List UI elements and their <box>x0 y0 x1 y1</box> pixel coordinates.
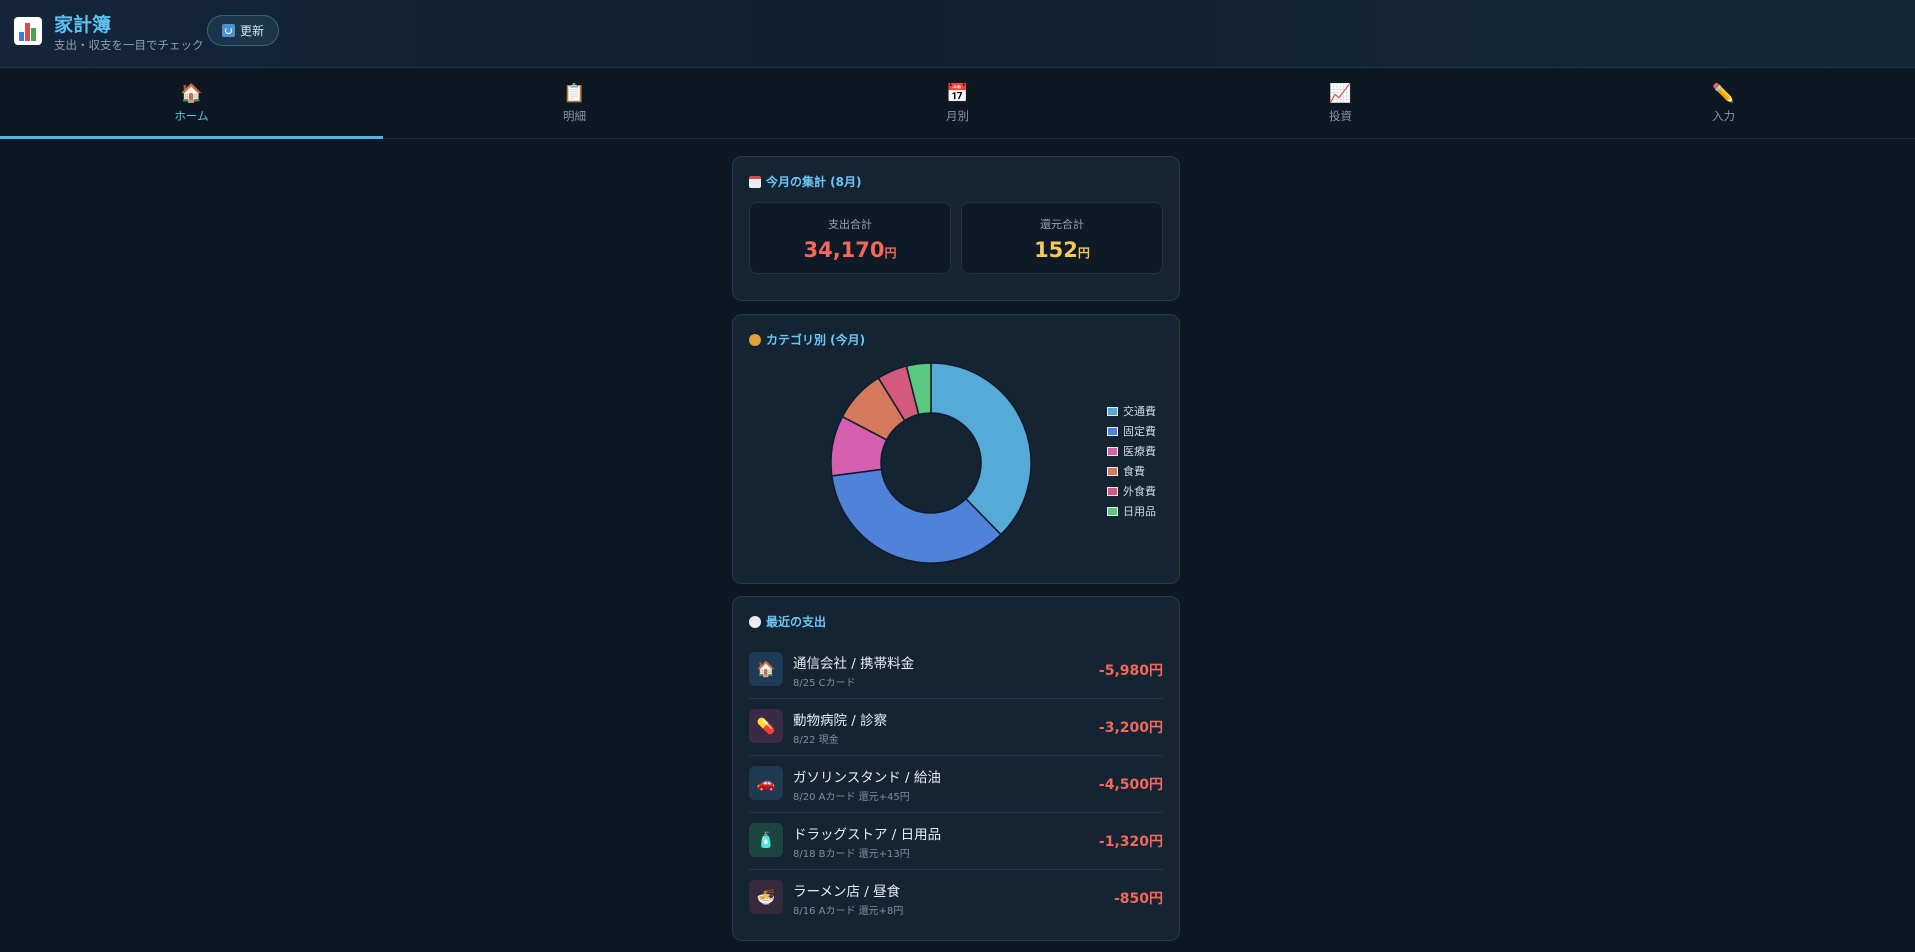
expense-meta: 8/16 Aカード 還元+8円 <box>793 906 904 917</box>
refresh-button[interactable]: 更新 <box>207 15 279 46</box>
category-donut-chart <box>830 362 1032 564</box>
tab-label: 月別 <box>946 108 969 123</box>
legend-swatch <box>1107 486 1118 496</box>
calendar-icon: 📅 <box>946 82 969 104</box>
clipboard-icon: 📋 <box>563 82 586 104</box>
recent-expenses-card: 最近の支出 🏠 通信会社 / 携帯料金 8/25 Cカード -5,980円 💊 … <box>732 596 1180 941</box>
expense-label: 支出合計 <box>828 218 872 231</box>
expense-name: ドラッグストア / 日用品 <box>793 827 942 843</box>
pencil-icon: ✏️ <box>1712 82 1735 104</box>
tab-home[interactable]: 🏠 ホーム <box>0 69 383 139</box>
legend-label: 日用品 <box>1123 505 1156 518</box>
calendar-icon <box>749 175 761 188</box>
expense-name: 通信会社 / 携帯料金 <box>793 656 915 672</box>
category-title: カテゴリ別 (今月) <box>749 331 865 348</box>
recent-title-text: 最近の支出 <box>766 615 827 629</box>
expense-meta: 8/25 Cカード <box>793 678 856 689</box>
legend-item[interactable]: 外食費 <box>1107 481 1156 501</box>
chart-legend: 交通費固定費医療費食費外食費日用品 <box>1107 401 1156 521</box>
app-title: 家計簿 <box>54 14 112 36</box>
expense-amount: -5,980円 <box>1098 663 1163 679</box>
summary-title-text: 今月の集計 (8月) <box>766 175 862 189</box>
legend-label: 交通費 <box>1123 405 1156 418</box>
tab-details[interactable]: 📋 明細 <box>383 69 766 138</box>
legend-label: 医療費 <box>1123 445 1156 458</box>
expense-amount: -4,500円 <box>1098 777 1163 793</box>
legend-label: 外食費 <box>1123 485 1156 498</box>
expense-total: 支出合計 34,170円 <box>749 202 951 274</box>
legend-item[interactable]: 日用品 <box>1107 501 1156 521</box>
legend-label: 食費 <box>1123 465 1145 478</box>
return-value: 152円 <box>1034 238 1090 262</box>
tab-monthly[interactable]: 📅 月別 <box>766 69 1149 138</box>
clock-icon <box>749 615 761 628</box>
bottle-icon: 🧴 <box>749 823 783 857</box>
bar-chart-icon <box>14 17 42 45</box>
tab-investment[interactable]: 📈 投資 <box>1149 69 1532 138</box>
legend-swatch <box>1107 426 1118 436</box>
donut-slice-交通費[interactable] <box>930 362 1032 536</box>
donut-slice-固定費[interactable] <box>830 468 1002 564</box>
expense-name: ガソリンスタンド / 給油 <box>793 770 941 786</box>
expense-item[interactable]: 🍜 ラーメン店 / 昼食 8/16 Aカード 還元+8円 -850円 <box>749 870 1163 927</box>
legend-item[interactable]: 医療費 <box>1107 441 1156 461</box>
legend-swatch <box>1107 446 1118 456</box>
app-subtitle: 支出・収支を一目でチェック <box>54 38 204 52</box>
expense-item[interactable]: 🚗 ガソリンスタンド / 給油 8/20 Aカード 還元+45円 -4,500円 <box>749 756 1163 813</box>
compass-icon <box>749 333 761 346</box>
summary-title: 今月の集計 (8月) <box>749 173 862 190</box>
expense-item[interactable]: 🧴 ドラッグストア / 日用品 8/18 Bカード 還元+13円 -1,320円 <box>749 813 1163 870</box>
expense-item[interactable]: 💊 動物病院 / 診察 8/22 現金 -3,200円 <box>749 699 1163 756</box>
legend-swatch <box>1107 506 1118 516</box>
legend-item[interactable]: 交通費 <box>1107 401 1156 421</box>
monthly-summary-card: 今月の集計 (8月) 支出合計 34,170円 還元合計 152円 <box>732 156 1180 301</box>
return-label: 還元合計 <box>1040 218 1084 231</box>
expense-value: 34,170円 <box>803 238 897 262</box>
recent-title: 最近の支出 <box>749 613 826 630</box>
tab-label: 明細 <box>563 108 586 123</box>
legend-swatch <box>1107 406 1118 416</box>
legend-item[interactable]: 食費 <box>1107 461 1156 481</box>
legend-item[interactable]: 固定費 <box>1107 421 1156 441</box>
car-icon: 🚗 <box>749 766 783 800</box>
app-header: 家計簿 支出・収支を一目でチェック 更新 <box>0 0 1915 68</box>
expense-amount: -850円 <box>1113 891 1163 907</box>
ramen-icon: 🍜 <box>749 880 783 914</box>
legend-swatch <box>1107 466 1118 476</box>
expense-amount: -3,200円 <box>1098 720 1163 736</box>
category-chart-card: カテゴリ別 (今月) 交通費固定費医療費食費外食費日用品 <box>732 314 1180 584</box>
expense-amount: -1,320円 <box>1098 834 1163 850</box>
tab-label: 投資 <box>1329 108 1352 123</box>
house-icon: 🏠 <box>180 82 203 104</box>
tab-bar: 🏠 ホーム 📋 明細 📅 月別 📈 投資 ✏️ 入力 <box>0 69 1915 139</box>
refresh-icon <box>221 24 235 37</box>
tab-label: 入力 <box>1712 108 1735 123</box>
pill-icon: 💊 <box>749 709 783 743</box>
legend-label: 固定費 <box>1123 425 1156 438</box>
expense-name: 動物病院 / 診察 <box>793 713 888 729</box>
tab-label: ホーム <box>174 108 209 123</box>
return-total: 還元合計 152円 <box>961 202 1163 274</box>
expense-name: ラーメン店 / 昼食 <box>793 884 901 900</box>
expense-meta: 8/22 現金 <box>793 735 839 746</box>
house-icon: 🏠 <box>749 652 783 686</box>
expense-meta: 8/20 Aカード 還元+45円 <box>793 792 910 803</box>
expense-item[interactable]: 🏠 通信会社 / 携帯料金 8/25 Cカード -5,980円 <box>749 642 1163 699</box>
category-title-text: カテゴリ別 (今月) <box>766 333 866 347</box>
chart-up-icon: 📈 <box>1329 82 1352 104</box>
tab-input[interactable]: ✏️ 入力 <box>1532 69 1915 138</box>
expense-meta: 8/18 Bカード 還元+13円 <box>793 849 910 860</box>
refresh-label: 更新 <box>239 24 264 38</box>
